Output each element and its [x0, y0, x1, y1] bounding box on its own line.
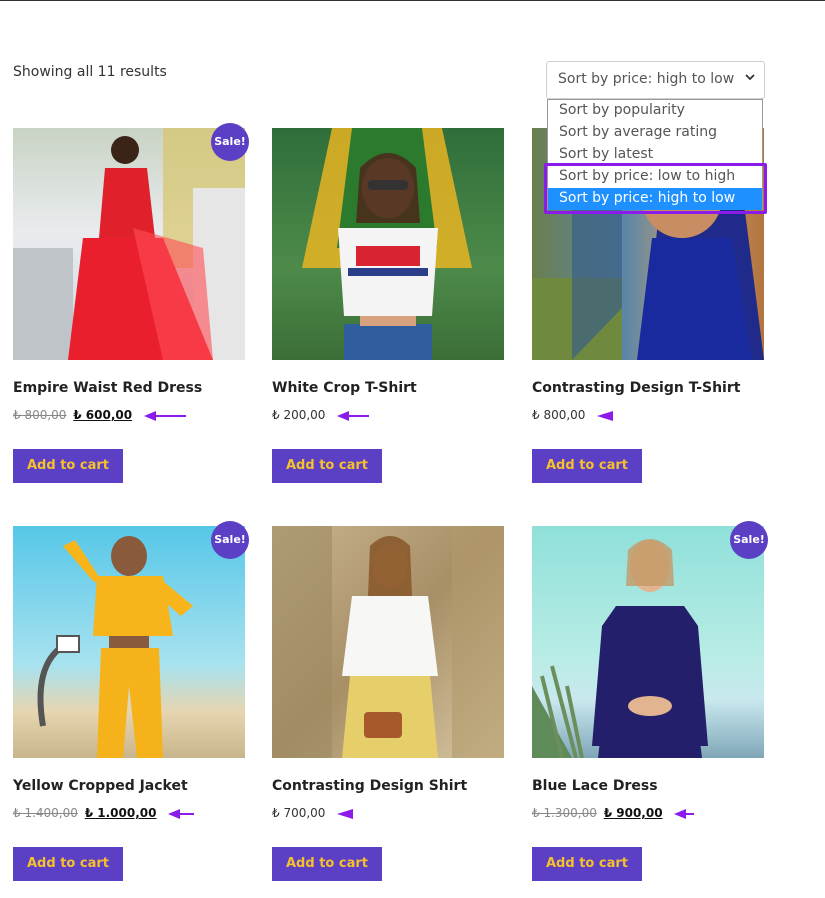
- sale-price: ₺ 1.000,00: [84, 806, 157, 820]
- product-card: Sale! Empire Waist Red Dress ₺ 800,00 ₺ …: [13, 123, 249, 483]
- top-divider: [0, 0, 825, 1]
- product-price: ₺ 800,00: [532, 408, 615, 422]
- add-to-cart-button[interactable]: Add to cart: [272, 847, 382, 881]
- product-name[interactable]: Empire Waist Red Dress: [13, 380, 202, 396]
- product-card: Sale! Yellow Cropped Jacket ₺ 1.400,00 ₺…: [13, 521, 249, 881]
- arrow-left-icon: [143, 410, 186, 421]
- result-count: Showing all 11 results: [13, 64, 167, 80]
- add-to-cart-button[interactable]: Add to cart: [532, 847, 642, 881]
- product-price: ₺ 700,00: [272, 806, 355, 820]
- product-name[interactable]: Blue Lace Dress: [532, 778, 658, 794]
- product-price: ₺ 200,00: [272, 408, 371, 422]
- arrow-left-icon: [337, 808, 354, 819]
- add-to-cart-button[interactable]: Add to cart: [532, 449, 642, 483]
- add-to-cart-button[interactable]: Add to cart: [272, 449, 382, 483]
- product-price: ₺ 1.400,00 ₺ 1.000,00: [13, 806, 196, 820]
- product-name[interactable]: Contrasting Design T-Shirt: [532, 380, 740, 396]
- old-price: ₺ 1.300,00: [532, 806, 597, 820]
- sale-price: ₺ 600,00: [73, 408, 133, 422]
- old-price: ₺ 1.400,00: [13, 806, 78, 820]
- sort-select[interactable]: Sort by price: high to low: [546, 61, 765, 99]
- chevron-down-icon: [745, 74, 755, 81]
- sale-badge: Sale!: [211, 521, 249, 559]
- sort-option-popularity[interactable]: Sort by popularity: [548, 100, 762, 122]
- arrow-left-icon: [674, 808, 695, 819]
- product-image[interactable]: [272, 526, 504, 758]
- product-card: Sale! Blue Lace Dress ₺ 1.300,00 ₺ 900,0…: [532, 521, 768, 881]
- product-name[interactable]: Contrasting Design Shirt: [272, 778, 467, 794]
- price: ₺ 200,00: [272, 408, 326, 422]
- annotation-highlight-box: [544, 163, 767, 214]
- sale-badge: Sale!: [211, 123, 249, 161]
- sort-option-rating[interactable]: Sort by average rating: [548, 122, 762, 144]
- product-card: White Crop T-Shirt ₺ 200,00 Add to cart: [272, 128, 504, 483]
- product-card: Contrasting Design Shirt ₺ 700,00 Add to…: [272, 526, 504, 881]
- product-price: ₺ 800,00 ₺ 600,00: [13, 408, 188, 422]
- product-image[interactable]: [13, 526, 245, 758]
- sort-select-value: Sort by price: high to low: [558, 71, 735, 87]
- add-to-cart-button[interactable]: Add to cart: [13, 847, 123, 881]
- product-name[interactable]: Yellow Cropped Jacket: [13, 778, 188, 794]
- product-image[interactable]: [13, 128, 245, 360]
- price: ₺ 800,00: [532, 408, 586, 422]
- product-image[interactable]: [272, 128, 504, 360]
- old-price: ₺ 800,00: [13, 408, 67, 422]
- price: ₺ 700,00: [272, 806, 326, 820]
- product-price: ₺ 1.300,00 ₺ 900,00: [532, 806, 696, 820]
- product-name[interactable]: White Crop T-Shirt: [272, 380, 417, 396]
- arrow-left-icon: [168, 808, 195, 819]
- sale-badge: Sale!: [730, 521, 768, 559]
- sale-price: ₺ 900,00: [603, 806, 663, 820]
- arrow-left-icon: [597, 410, 614, 421]
- arrow-left-icon: [337, 410, 370, 421]
- add-to-cart-button[interactable]: Add to cart: [13, 449, 123, 483]
- product-image[interactable]: [532, 526, 764, 758]
